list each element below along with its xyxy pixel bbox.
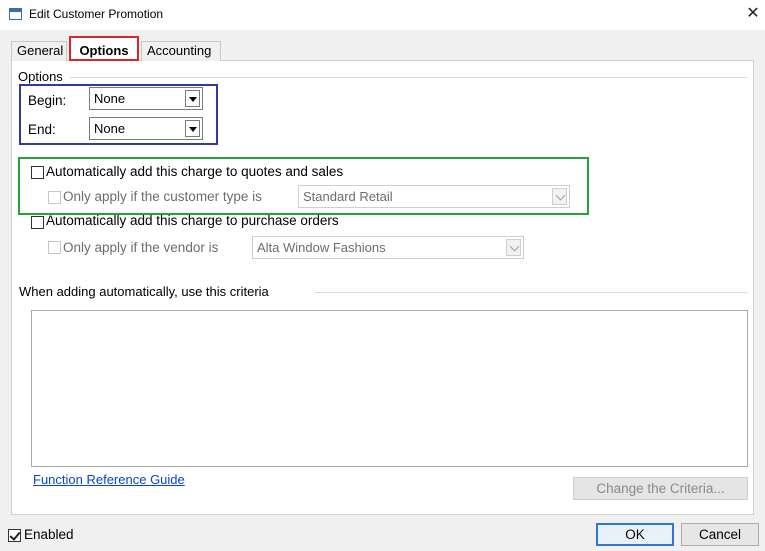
tab-options[interactable]: Options <box>69 36 139 61</box>
chevron-down-icon[interactable] <box>506 239 521 256</box>
enabled-label[interactable]: Enabled <box>24 527 74 542</box>
chevron-down-icon[interactable] <box>185 120 200 137</box>
vendor-select[interactable]: Alta Window Fashions <box>252 236 524 259</box>
begin-value: None <box>94 91 126 106</box>
purchase-label[interactable]: Automatically add this charge to purchas… <box>46 213 339 228</box>
options-group-title: Options <box>18 69 63 84</box>
enabled-checkbox[interactable] <box>8 529 21 542</box>
criteria-group-title: When adding automatically, use this crit… <box>19 284 269 299</box>
cancel-button[interactable]: Cancel <box>681 523 759 546</box>
begin-label: Begin: <box>28 93 67 108</box>
change-criteria-button[interactable]: Change the Criteria... <box>573 477 748 500</box>
tab-general[interactable]: General <box>11 41 67 61</box>
close-icon[interactable]: ✕ <box>744 4 762 24</box>
end-select[interactable]: None <box>89 117 203 140</box>
quotes-checkbox[interactable] <box>31 166 44 179</box>
divider <box>70 77 748 78</box>
quotes-label[interactable]: Automatically add this charge to quotes … <box>46 164 343 179</box>
ok-button[interactable]: OK <box>596 523 674 546</box>
purchase-checkbox[interactable] <box>31 216 44 229</box>
function-reference-link[interactable]: Function Reference Guide <box>33 472 185 487</box>
window-title: Edit Customer Promotion <box>29 7 164 21</box>
tab-accounting[interactable]: Accounting <box>141 41 221 61</box>
chevron-down-icon[interactable] <box>185 90 200 107</box>
customer-type-value: Standard Retail <box>303 189 393 204</box>
vendor-checkbox[interactable] <box>48 241 61 254</box>
customer-type-label: Only apply if the customer type is <box>63 189 262 204</box>
vendor-label: Only apply if the vendor is <box>63 240 219 255</box>
criteria-textarea[interactable] <box>31 310 748 467</box>
customer-type-select[interactable]: Standard Retail <box>298 185 570 208</box>
end-label: End: <box>28 122 56 137</box>
vendor-value: Alta Window Fashions <box>257 240 386 255</box>
divider <box>315 292 748 293</box>
customer-type-checkbox[interactable] <box>48 191 61 204</box>
window-icon <box>9 8 22 20</box>
chevron-down-icon[interactable] <box>552 188 567 205</box>
end-value: None <box>94 121 126 136</box>
begin-select[interactable]: None <box>89 87 203 110</box>
